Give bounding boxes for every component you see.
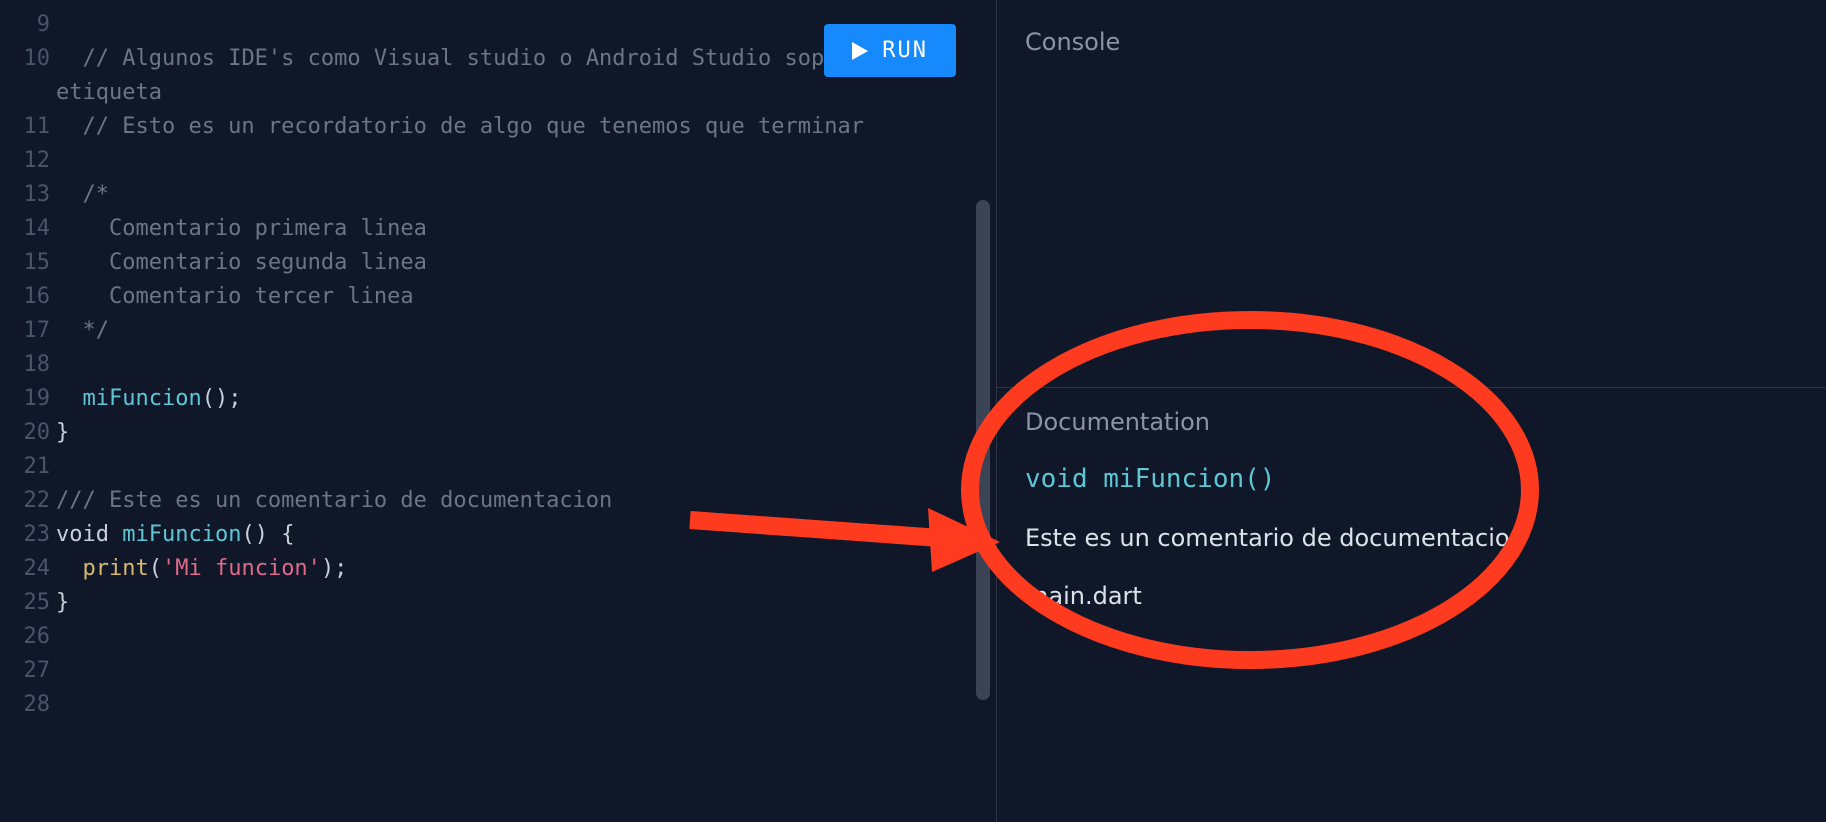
code-line[interactable] (56, 688, 996, 722)
code-line[interactable]: } (56, 416, 996, 450)
code-line[interactable]: Comentario tercer linea (56, 280, 996, 314)
line-number: 22 (0, 484, 50, 518)
line-number: 23 (0, 518, 50, 552)
run-button[interactable]: RUN (824, 24, 956, 77)
line-number: 11 (0, 110, 50, 144)
code-line[interactable]: } (56, 586, 996, 620)
line-number: 18 (0, 348, 50, 382)
documentation-file: main.dart (1025, 582, 1798, 610)
code-line[interactable] (56, 654, 996, 688)
line-number: 20 (0, 416, 50, 450)
line-number: 13 (0, 178, 50, 212)
code-line[interactable]: /// Este es un comentario de documentaci… (56, 484, 996, 518)
line-number: 25 (0, 586, 50, 620)
right-pane: Console Documentation void miFuncion() E… (996, 0, 1826, 822)
code-line[interactable]: */ (56, 314, 996, 348)
editor-scrollbar-thumb[interactable] (976, 200, 990, 700)
code-line[interactable]: miFuncion(); (56, 382, 996, 416)
line-number: 24 (0, 552, 50, 586)
code-line[interactable]: Comentario primera linea (56, 212, 996, 246)
run-button-label: RUN (882, 38, 928, 63)
code-line[interactable]: // Esto es un recordatorio de algo que t… (56, 110, 996, 144)
line-number: 19 (0, 382, 50, 416)
line-number: 26 (0, 620, 50, 654)
line-number: 9 (0, 8, 50, 42)
code-line[interactable]: void miFuncion() { (56, 518, 996, 552)
line-number: 21 (0, 450, 50, 484)
line-gutter: 910111213141516171819202122232425262728 (0, 8, 56, 722)
console-panel: Console (997, 0, 1826, 388)
line-number: 27 (0, 654, 50, 688)
code-line[interactable] (56, 348, 996, 382)
documentation-signature: void miFuncion() (1025, 464, 1798, 494)
documentation-description: Este es un comentario de documentacion (1025, 524, 1798, 552)
console-title: Console (1025, 28, 1798, 56)
line-number: 17 (0, 314, 50, 348)
documentation-title: Documentation (1025, 408, 1798, 436)
code-line[interactable] (56, 144, 996, 178)
code-line[interactable] (56, 620, 996, 654)
editor-pane: RUN 910111213141516171819202122232425262… (0, 0, 996, 822)
code-area[interactable]: 910111213141516171819202122232425262728 … (0, 8, 996, 722)
code-line[interactable]: Comentario segunda linea (56, 246, 996, 280)
code-line[interactable] (56, 450, 996, 484)
line-number: 15 (0, 246, 50, 280)
line-number: 14 (0, 212, 50, 246)
code-line[interactable]: /* (56, 178, 996, 212)
line-number: 16 (0, 280, 50, 314)
line-number: 28 (0, 688, 50, 722)
line-number: 12 (0, 144, 50, 178)
documentation-panel: Documentation void miFuncion() Este es u… (997, 388, 1826, 822)
code-content[interactable]: // Algunos IDE's como Visual studio o An… (56, 8, 996, 722)
code-line[interactable]: print('Mi funcion'); (56, 552, 996, 586)
line-number: 10 (0, 42, 50, 110)
play-icon (852, 42, 868, 60)
